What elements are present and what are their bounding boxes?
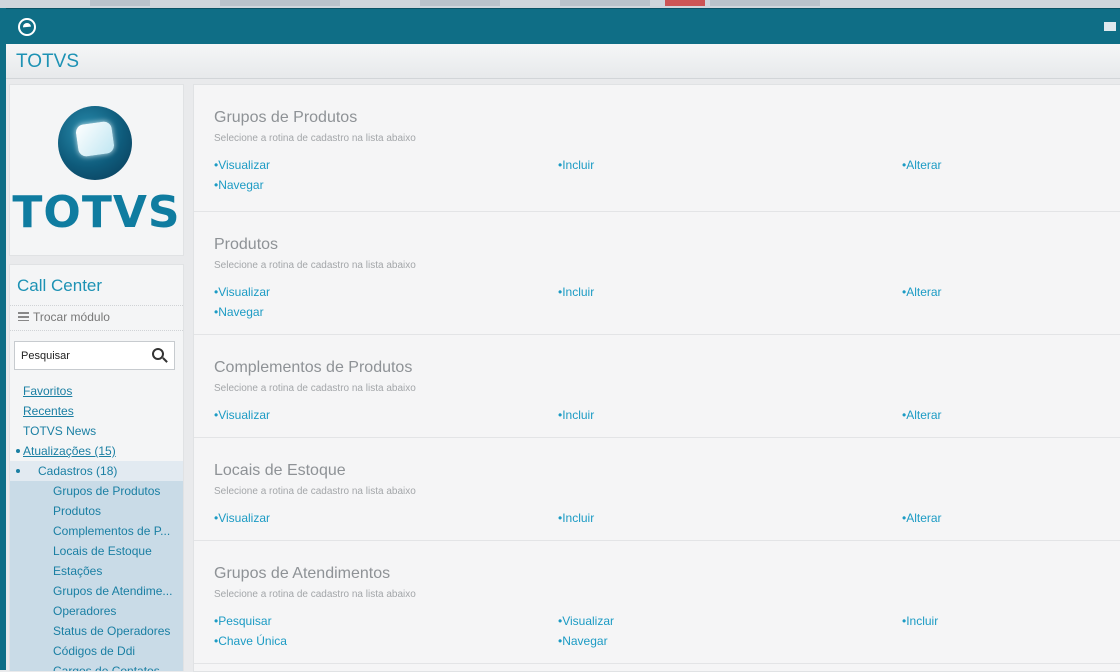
menu-icon xyxy=(18,312,29,321)
section-complementos-de-produtos: Complementos de Produtos Selecione a rot… xyxy=(194,335,1120,438)
action-visualizar[interactable]: Visualizar xyxy=(214,408,270,422)
sidebar-item-cadastros[interactable]: Cadastros (18) xyxy=(10,461,183,481)
totvs-app-icon[interactable] xyxy=(18,18,36,36)
sidebar-item-favoritos[interactable]: Favoritos xyxy=(10,381,183,401)
section-locais-de-estoque: Locais de Estoque Selecione a rotina de … xyxy=(194,438,1120,541)
section-subtitle: Selecione a rotina de cadastro na lista … xyxy=(214,589,416,600)
action-incluir[interactable]: Incluir xyxy=(558,408,594,422)
action-incluir[interactable]: Incluir xyxy=(558,511,594,525)
sidebar-item-operadores[interactable]: Operadores xyxy=(10,601,183,621)
sidebar-item-codigos-de-ddi[interactable]: Códigos de Ddi xyxy=(10,641,183,661)
section-subtitle: Selecione a rotina de cadastro na lista … xyxy=(214,486,416,497)
section-grupos-de-atendimentos: Grupos de Atendimentos Selecione a rotin… xyxy=(194,541,1120,664)
sidebar-item-locais-de-estoque[interactable]: Locais de Estoque xyxy=(10,541,183,561)
section-title: Complementos de Produtos xyxy=(214,359,413,376)
action-alterar[interactable]: Alterar xyxy=(902,285,941,299)
action-pesquisar[interactable]: Pesquisar xyxy=(214,614,271,628)
window-frame xyxy=(0,8,6,670)
sidebar: Call Center Trocar módulo Favoritos Rece… xyxy=(9,264,184,671)
search-icon[interactable] xyxy=(152,348,164,360)
action-chave-unica[interactable]: Chave Única xyxy=(214,634,287,648)
browser-strip xyxy=(0,0,1120,8)
action-visualizar[interactable]: Visualizar xyxy=(214,158,270,172)
main-content: Grupos de Produtos Selecione a rotina de… xyxy=(193,84,1120,672)
sidebar-item-grupos-de-atendimentos[interactable]: Grupos de Atendime... xyxy=(10,581,183,601)
sidebar-item-produtos[interactable]: Produtos xyxy=(10,501,183,521)
action-incluir[interactable]: Incluir xyxy=(902,614,938,628)
sidebar-item-grupos-de-produtos[interactable]: Grupos de Produtos xyxy=(10,481,183,501)
totvs-logo-icon xyxy=(58,106,132,180)
section-title: Grupos de Atendimentos xyxy=(214,565,391,582)
bullet-icon xyxy=(16,469,20,473)
mail-icon[interactable] xyxy=(1104,22,1116,31)
action-alterar[interactable]: Alterar xyxy=(902,511,941,525)
action-navegar[interactable]: Navegar xyxy=(214,178,263,192)
action-alterar[interactable]: Alterar xyxy=(902,158,941,172)
nav-list: Favoritos Recentes TOTVS News Atualizaçõ… xyxy=(10,381,183,671)
logo-text: TOTVS xyxy=(12,187,181,238)
section-grupos-de-produtos: Grupos de Produtos Selecione a rotina de… xyxy=(194,85,1120,212)
sidebar-item-recentes[interactable]: Recentes xyxy=(10,401,183,421)
module-title: Call Center xyxy=(17,276,103,295)
logo-card: TOTVS xyxy=(9,84,184,256)
top-toolbar xyxy=(6,8,1120,45)
action-navegar[interactable]: Navegar xyxy=(214,305,263,319)
section-subtitle: Selecione a rotina de cadastro na lista … xyxy=(214,260,416,271)
action-visualizar[interactable]: Visualizar xyxy=(558,614,614,628)
action-incluir[interactable]: Incluir xyxy=(558,285,594,299)
search-box xyxy=(14,341,175,370)
switch-module-label: Trocar módulo xyxy=(33,310,110,324)
switch-module-button[interactable]: Trocar módulo xyxy=(10,305,183,331)
bullet-icon xyxy=(16,449,20,453)
action-incluir[interactable]: Incluir xyxy=(558,158,594,172)
section-title: Locais de Estoque xyxy=(214,462,346,479)
action-navegar[interactable]: Navegar xyxy=(558,634,607,648)
section-produtos: Produtos Selecione a rotina de cadastro … xyxy=(194,212,1120,335)
section-title: Produtos xyxy=(214,236,279,253)
sidebar-item-complementos[interactable]: Complementos de P... xyxy=(10,521,183,541)
section-title: Grupos de Produtos xyxy=(214,109,358,126)
sidebar-item-totvs-news[interactable]: TOTVS News xyxy=(10,421,183,441)
title-bar: TOTVS xyxy=(6,44,1120,79)
app-title: TOTVS xyxy=(16,51,79,72)
sidebar-item-estacoes[interactable]: Estações xyxy=(10,561,183,581)
action-visualizar[interactable]: Visualizar xyxy=(214,511,270,525)
sidebar-item-atualizacoes[interactable]: Atualizações (15) xyxy=(10,441,183,461)
section-subtitle: Selecione a rotina de cadastro na lista … xyxy=(214,383,416,394)
search-input[interactable] xyxy=(15,342,145,369)
action-visualizar[interactable]: Visualizar xyxy=(214,285,270,299)
section-subtitle: Selecione a rotina de cadastro na lista … xyxy=(214,133,416,144)
action-alterar[interactable]: Alterar xyxy=(902,408,941,422)
sidebar-item-status-de-operadores[interactable]: Status de Operadores xyxy=(10,621,183,641)
